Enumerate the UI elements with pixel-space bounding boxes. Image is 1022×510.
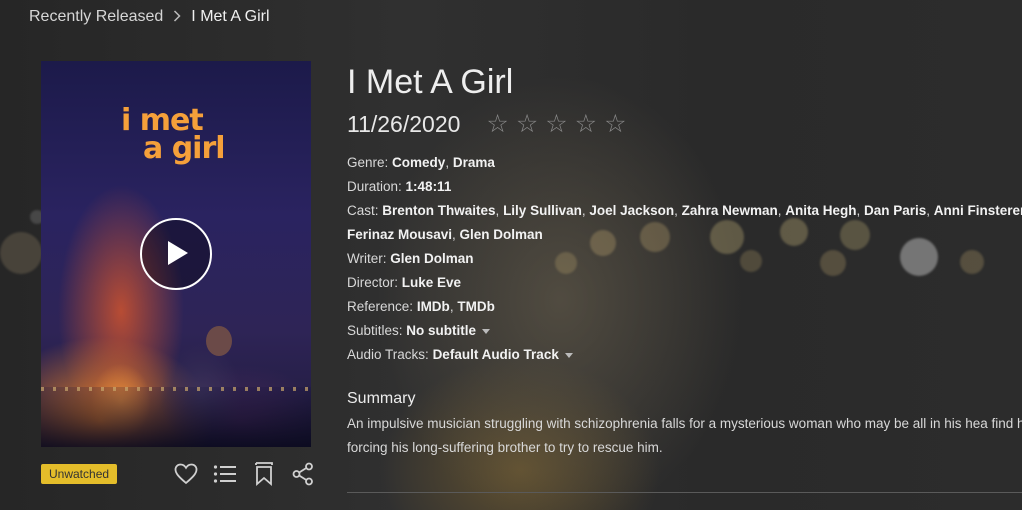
breadcrumb-current: I Met A Girl [191, 8, 270, 25]
divider [347, 492, 1022, 493]
poster-logo-line2: a girl [143, 131, 226, 166]
star-icon[interactable]: ☆ [486, 112, 508, 137]
caret-down-icon [482, 329, 491, 334]
cast-link[interactable]: Lily Sullivan [503, 203, 582, 218]
watchlist-button[interactable] [251, 461, 277, 487]
reference-row: Reference: IMDb, TMDb [347, 299, 495, 314]
cast-link[interactable]: Zahra Newman [682, 203, 778, 218]
share-icon [292, 462, 313, 486]
star-icon[interactable]: ☆ [516, 112, 538, 137]
cast-link[interactable]: Ferinaz Mousavi [347, 227, 452, 242]
breadcrumb-parent-link[interactable]: Recently Released [29, 8, 163, 26]
director-link[interactable]: Luke Eve [402, 275, 461, 290]
cast-link[interactable]: Glen Dolman [460, 227, 543, 242]
summary-heading: Summary [347, 390, 416, 407]
status-badge: Unwatched [41, 464, 118, 484]
star-icon[interactable]: ☆ [575, 112, 597, 137]
star-rating[interactable]: ☆ ☆ ☆ ☆ ☆ [486, 112, 626, 137]
cast-link[interactable]: Anita Hegh [785, 203, 856, 218]
star-icon[interactable]: ☆ [545, 112, 567, 137]
action-bar [173, 461, 316, 487]
writer-link[interactable]: Glen Dolman [390, 251, 473, 266]
chevron-right-icon [173, 9, 181, 26]
summary-text: An impulsive musician struggling with sc… [347, 416, 1022, 455]
cast-link[interactable]: Dan Paris [864, 203, 926, 218]
audio-tracks-dropdown[interactable]: Default Audio Track [433, 343, 573, 367]
breadcrumb: Recently Released I Met A Girl [29, 8, 270, 26]
star-icon[interactable]: ☆ [604, 112, 626, 137]
director-row: Director: Luke Eve [347, 275, 462, 290]
movie-details: I Met A Girl 11/26/2020 ☆ ☆ ☆ ☆ ☆ Genre:… [347, 62, 1022, 460]
cast-row: Cast: Brenton Thwaites, Lily Sullivan, J… [347, 199, 1022, 223]
metadata-list: Genre: Comedy, Drama Duration: 1:48:11 C… [347, 151, 1022, 367]
share-button[interactable] [290, 461, 316, 487]
favorite-button[interactable] [173, 461, 199, 487]
cast-link[interactable]: Joel Jackson [589, 203, 674, 218]
bookmark-icon [255, 462, 273, 486]
subtitles-row: Subtitles: No subtitle [347, 319, 1022, 343]
heart-icon [174, 463, 198, 485]
imdb-link[interactable]: IMDb [417, 299, 450, 314]
movie-title: I Met A Girl [347, 63, 514, 101]
add-to-playlist-button[interactable] [212, 461, 238, 487]
duration-row: Duration: 1:48:11 [347, 179, 452, 194]
audio-tracks-row: Audio Tracks: Default Audio Track [347, 343, 1022, 367]
poster-logo: i met a girl [121, 106, 241, 166]
list-icon [213, 465, 236, 483]
play-button[interactable] [140, 218, 212, 290]
cast-row-continued: Ferinaz Mousavi, Glen Dolman [347, 227, 543, 242]
duration-value: 1:48:11 [405, 179, 452, 194]
genre-link[interactable]: Drama [453, 155, 495, 170]
cast-link[interactable]: Anni Finsterer [934, 203, 1022, 218]
writer-row: Writer: Glen Dolman [347, 251, 474, 266]
subtitles-dropdown[interactable]: No subtitle [406, 319, 491, 343]
play-icon [168, 241, 188, 265]
genre-row: Genre: Comedy, Drama [347, 155, 495, 170]
release-date: 11/26/2020 [347, 111, 461, 137]
tmdb-link[interactable]: TMDb [457, 299, 495, 314]
cast-link[interactable]: Brenton Thwaites [382, 203, 495, 218]
movie-poster[interactable]: i met a girl [41, 61, 311, 447]
genre-link[interactable]: Comedy [392, 155, 445, 170]
caret-down-icon [564, 353, 573, 358]
